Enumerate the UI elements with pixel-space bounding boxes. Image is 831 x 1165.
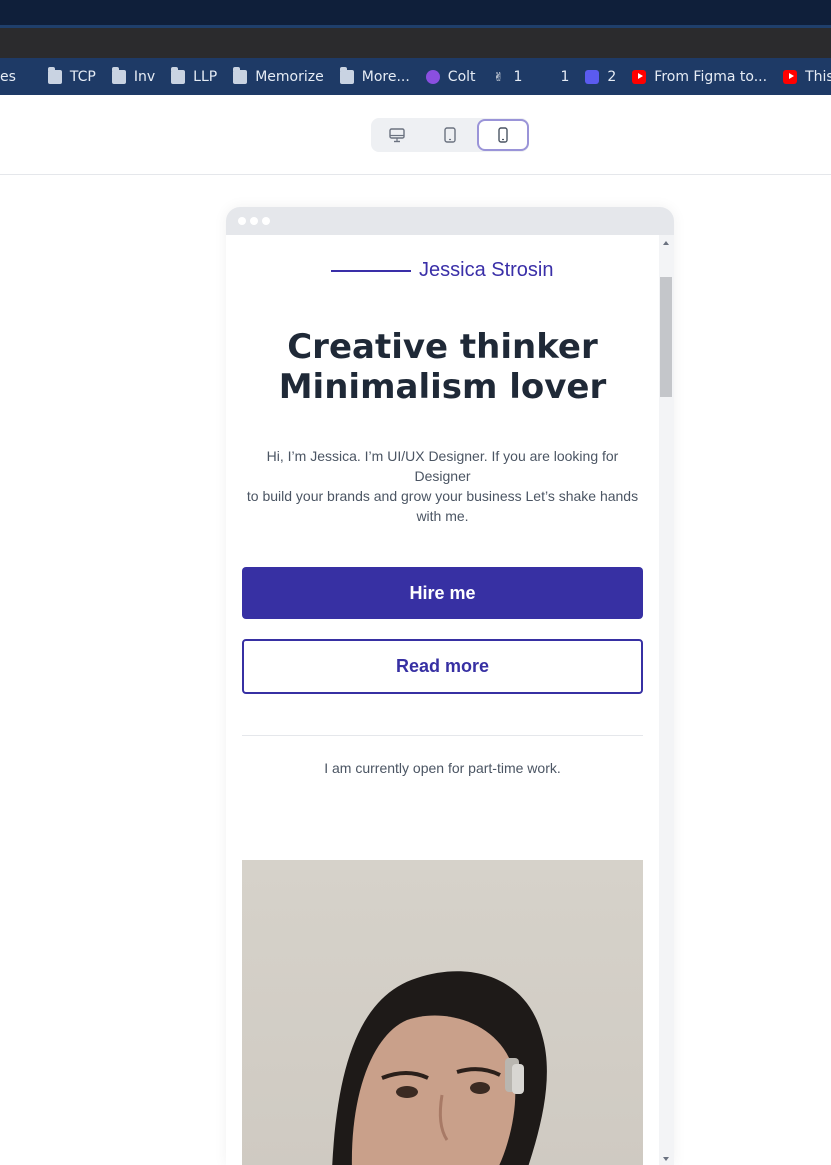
bookmark-label: This bbox=[805, 68, 831, 85]
bookmark-item[interactable]: More... bbox=[339, 66, 410, 85]
browser-title-bar bbox=[0, 0, 831, 28]
tablet-icon bbox=[444, 127, 456, 143]
youtube-icon bbox=[632, 69, 647, 84]
intro-line: Hi, I’m Jessica. I’m UI/UX Designer. If … bbox=[266, 448, 619, 484]
bookmark-label: es bbox=[0, 68, 16, 85]
bookmark-label: From Figma to... bbox=[654, 68, 768, 85]
device-toolbar bbox=[0, 95, 831, 175]
folder-icon bbox=[171, 66, 186, 84]
desktop-icon bbox=[389, 127, 406, 142]
brand-name: Jessica Strosin bbox=[419, 259, 554, 281]
bookmark-item[interactable]: es bbox=[0, 69, 16, 85]
folder-icon bbox=[233, 66, 248, 84]
bookmark-item[interactable]: 2 bbox=[585, 69, 616, 85]
folder-icon bbox=[339, 66, 354, 84]
preview-stage: Jessica Strosin Creative thinker Minimal… bbox=[0, 175, 831, 1165]
mobile-view-button[interactable] bbox=[476, 119, 529, 151]
colt-icon bbox=[425, 69, 440, 84]
bookmark-label: Inv bbox=[133, 68, 156, 85]
site-viewport[interactable]: Jessica Strosin Creative thinker Minimal… bbox=[226, 235, 659, 1165]
bookmark-item[interactable]: Memorize bbox=[233, 66, 324, 85]
window-dot-icon bbox=[250, 217, 258, 225]
site-brand[interactable]: Jessica Strosin bbox=[331, 259, 554, 282]
bookmark-item[interactable]: 1 bbox=[538, 69, 569, 85]
bookmark-item[interactable]: This bbox=[783, 69, 831, 85]
device-switcher bbox=[371, 118, 529, 152]
device-frame-bar bbox=[226, 207, 674, 235]
read-more-button[interactable]: Read more bbox=[242, 639, 643, 694]
bookmark-label: Colt bbox=[447, 68, 476, 85]
bookmark-item[interactable]: From Figma to... bbox=[632, 69, 767, 85]
bookmark-item[interactable]: ✌ 1 bbox=[492, 69, 523, 85]
bookmark-label: 1 bbox=[560, 68, 570, 85]
hero-intro: Hi, I’m Jessica. I’m UI/UX Designer. If … bbox=[242, 446, 643, 526]
bookmark-label: 2 bbox=[607, 68, 617, 85]
browser-tab-strip bbox=[0, 28, 831, 58]
intro-line: to build your brands and grow your busin… bbox=[246, 488, 639, 524]
bookmarks-bar: es TCP Inv LLP Memorize More... Colt ✌ 1 bbox=[0, 58, 831, 95]
bookmark-item[interactable]: Inv bbox=[111, 66, 156, 85]
bookmark-label: TCP bbox=[69, 68, 96, 85]
folder-icon bbox=[47, 66, 62, 84]
bookmark-label: More... bbox=[361, 68, 410, 85]
tablet-view-button[interactable] bbox=[424, 119, 476, 151]
section-divider bbox=[242, 735, 643, 736]
scroll-up-arrow-icon[interactable] bbox=[663, 241, 669, 245]
bookmark-item[interactable]: LLP bbox=[171, 66, 218, 85]
headline-line: Creative thinker bbox=[287, 327, 598, 367]
bookmark-label: LLP bbox=[193, 68, 218, 85]
portrait-illustration bbox=[332, 971, 547, 1165]
bookmark-item[interactable]: Colt bbox=[425, 68, 476, 85]
bookmark-label: Memorize bbox=[255, 68, 324, 85]
scroll-down-arrow-icon[interactable] bbox=[663, 1157, 669, 1161]
brand-line bbox=[331, 269, 411, 272]
figma-icon bbox=[538, 70, 552, 84]
mobile-icon bbox=[497, 127, 508, 143]
vertical-scrollbar[interactable] bbox=[659, 235, 674, 1165]
window-dot-icon bbox=[238, 217, 246, 225]
youtube-icon bbox=[783, 69, 798, 84]
availability-status: I am currently open for part-time work. bbox=[324, 760, 561, 776]
bookmark-item[interactable]: TCP bbox=[47, 66, 96, 85]
peace-hand-icon: ✌ bbox=[493, 69, 504, 84]
window-dot-icon bbox=[262, 217, 270, 225]
scrollbar-thumb[interactable] bbox=[660, 277, 672, 397]
hire-me-button[interactable]: Hire me bbox=[242, 567, 643, 619]
hero-headline: Creative thinker Minimalism lover bbox=[226, 327, 659, 407]
headline-line: Minimalism lover bbox=[278, 367, 607, 407]
desktop-view-button[interactable] bbox=[371, 119, 423, 151]
square-app-icon bbox=[585, 69, 600, 84]
mobile-device-frame: Jessica Strosin Creative thinker Minimal… bbox=[226, 207, 674, 1165]
portrait-photo bbox=[242, 860, 643, 1165]
folder-icon bbox=[111, 66, 126, 84]
bookmark-label: 1 bbox=[513, 68, 523, 85]
